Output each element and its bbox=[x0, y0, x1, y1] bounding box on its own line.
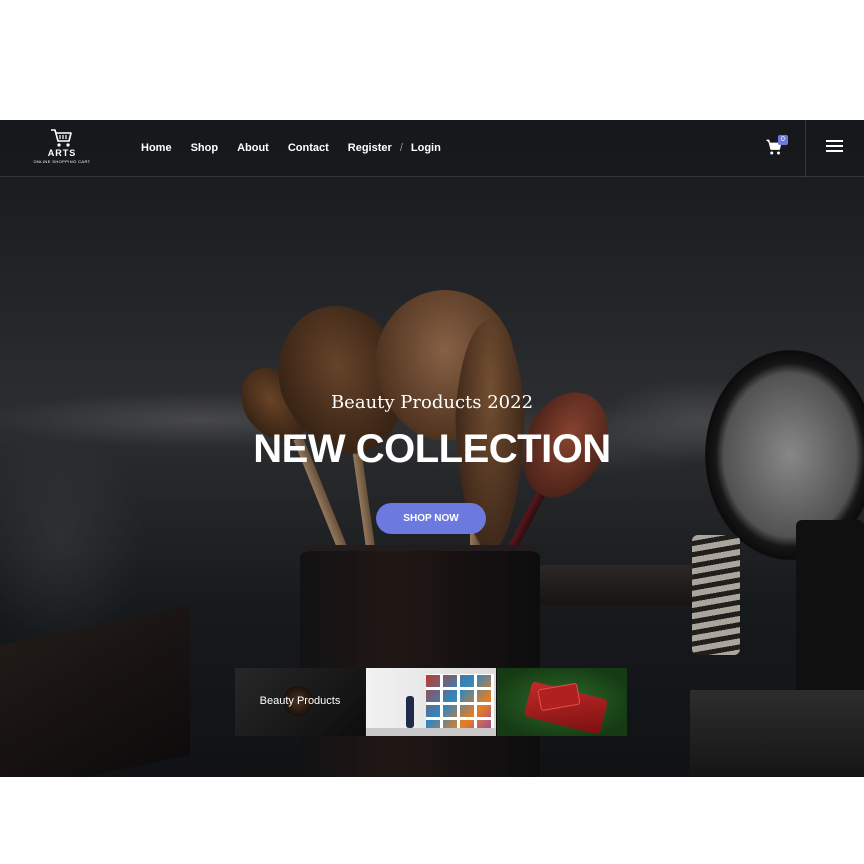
nav-login[interactable]: Login bbox=[411, 140, 441, 156]
nav-separator: / bbox=[399, 142, 403, 154]
hero-subtitle: Beauty Products 2022 bbox=[330, 392, 534, 413]
shopping-cart-icon bbox=[51, 129, 72, 147]
store-shelves-image bbox=[426, 674, 494, 732]
nav-shop[interactable]: Shop bbox=[191, 140, 219, 156]
store-floor-image bbox=[366, 728, 496, 736]
shopper-image bbox=[406, 696, 414, 728]
nav-home[interactable]: Home bbox=[141, 140, 172, 156]
thumbnail-label: Beauty Products bbox=[259, 695, 341, 707]
nav-register[interactable]: Register bbox=[348, 140, 392, 156]
thumbnail-wallet[interactable] bbox=[497, 668, 627, 736]
nav-contact[interactable]: Contact bbox=[288, 140, 329, 156]
nav-about[interactable]: About bbox=[237, 140, 269, 156]
thumbnail-beauty-products[interactable]: Beauty Products bbox=[235, 668, 365, 736]
hero-headline: NEW COLLECTION bbox=[253, 427, 611, 471]
shop-now-button[interactable]: SHOP NOW bbox=[376, 503, 486, 534]
logo-subtitle: ONLINE SHOPPING CART bbox=[33, 159, 91, 164]
thumbnail-store[interactable] bbox=[366, 668, 496, 736]
site-logo[interactable]: ARTS ONLINE SHOPPING CART bbox=[28, 128, 96, 165]
hamburger-menu-icon[interactable] bbox=[826, 140, 843, 154]
category-thumbnails: Beauty Products bbox=[235, 668, 628, 736]
site-header: ARTS ONLINE SHOPPING CART Home Shop Abou… bbox=[0, 120, 864, 177]
logo-title: ARTS bbox=[47, 148, 77, 158]
main-nav: Home Shop About Contact Register / Login bbox=[141, 140, 460, 156]
cart-count-badge: 0 bbox=[778, 135, 788, 145]
header-divider bbox=[805, 120, 806, 177]
